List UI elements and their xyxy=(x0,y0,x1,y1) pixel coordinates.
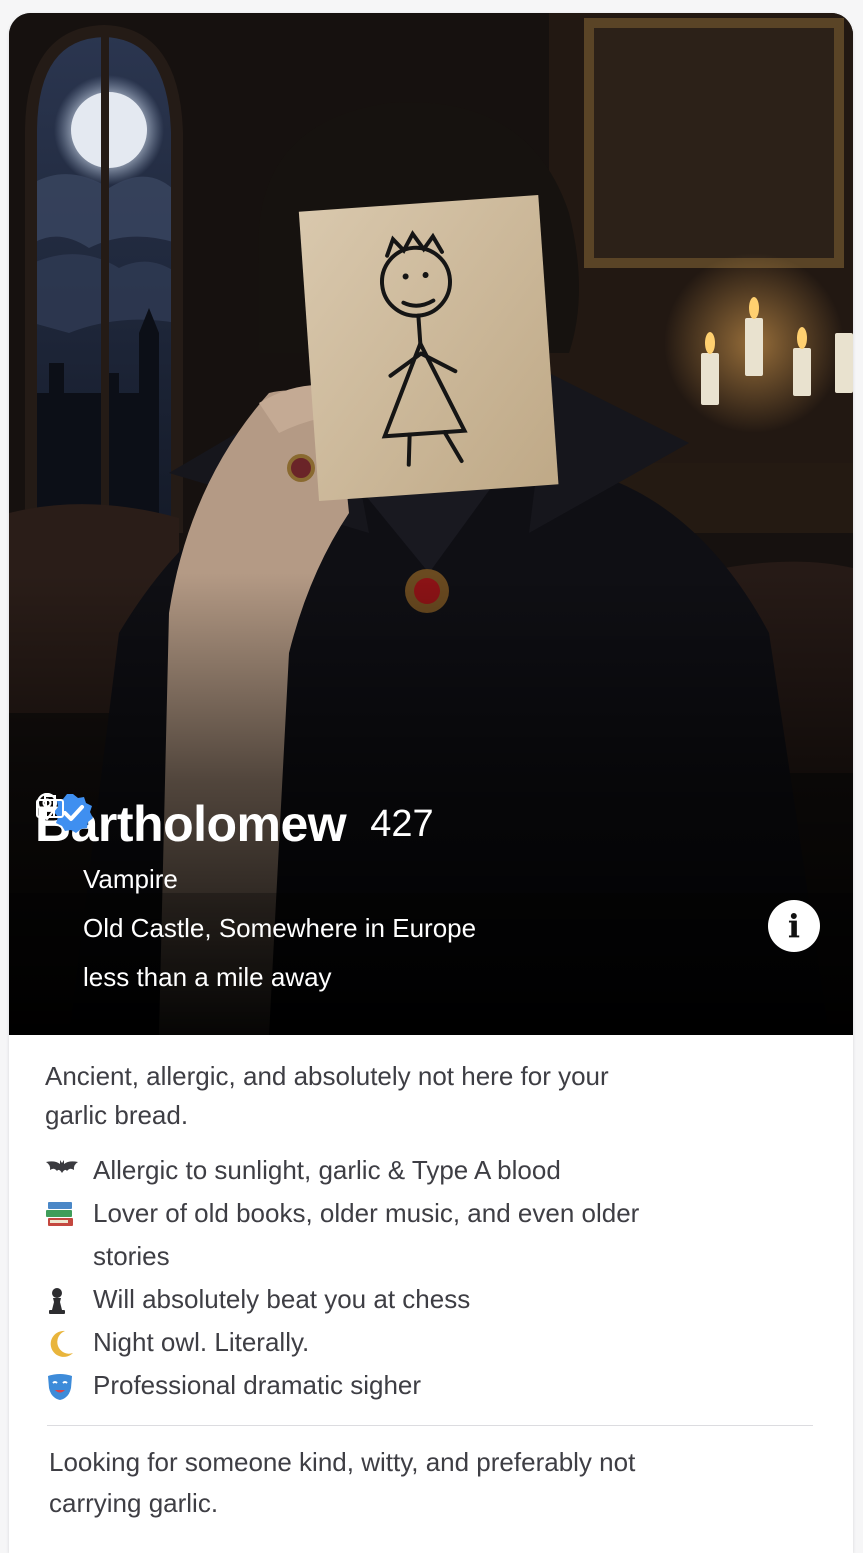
bio-item-text: Lover of old books, older music, and eve… xyxy=(93,1198,640,1271)
job-label: Vampire xyxy=(83,864,178,894)
location-pin-icon xyxy=(35,793,65,993)
briefcase-icon xyxy=(35,795,65,895)
distance-row: less than a mile away xyxy=(35,793,835,1002)
bio-intro: Ancient, allergic, and absolutely not he… xyxy=(45,1061,609,1130)
bat-icon xyxy=(45,1149,93,1192)
profile-info: Bartholomew 427 Vampire Old Castle, Some… xyxy=(35,793,835,1002)
list-item: Night owl. Literally. xyxy=(45,1321,817,1364)
bio-list: Allergic to sunlight, garlic & Type A bl… xyxy=(45,1149,817,1407)
job-row: Vampire xyxy=(35,795,835,904)
list-item: Lover of old books, older music, and eve… xyxy=(45,1192,817,1278)
bio-section: Ancient, allergic, and absolutely not he… xyxy=(9,1035,853,1524)
books-icon xyxy=(45,1192,93,1278)
bio-item-text: Will absolutely beat you at chess xyxy=(93,1284,471,1314)
list-item: Will absolutely beat you at chess xyxy=(45,1278,817,1321)
list-item: Professional dramatic sigher xyxy=(45,1364,817,1407)
location-pin-icon xyxy=(35,793,65,944)
divider xyxy=(47,1425,813,1426)
profile-card[interactable]: Bartholomew 427 Vampire Old Castle, Some… xyxy=(9,13,853,1553)
location-row: Old Castle, Somewhere in Europe xyxy=(35,793,835,953)
looking-for-text: Looking for someone kind, witty, and pre… xyxy=(49,1447,636,1518)
list-item: Allergic to sunlight, garlic & Type A bl… xyxy=(45,1149,817,1192)
info-icon: i xyxy=(787,907,801,945)
distance-label: less than a mile away xyxy=(83,962,332,992)
profile-photo[interactable]: Bartholomew 427 Vampire Old Castle, Some… xyxy=(9,13,853,1035)
crescent-moon-icon xyxy=(45,1321,93,1364)
name-row: Bartholomew 427 xyxy=(35,793,835,855)
chess-pawn-icon xyxy=(45,1278,93,1321)
info-button[interactable]: i xyxy=(768,900,820,952)
bio-item-text: Professional dramatic sigher xyxy=(93,1370,422,1400)
location-label: Old Castle, Somewhere in Europe xyxy=(83,913,477,943)
theater-mask-icon xyxy=(45,1364,93,1407)
profile-age: 427 xyxy=(370,802,434,845)
bio-item-text: Night owl. Literally. xyxy=(93,1327,310,1357)
bio-item-text: Allergic to sunlight, garlic & Type A bl… xyxy=(93,1155,561,1185)
